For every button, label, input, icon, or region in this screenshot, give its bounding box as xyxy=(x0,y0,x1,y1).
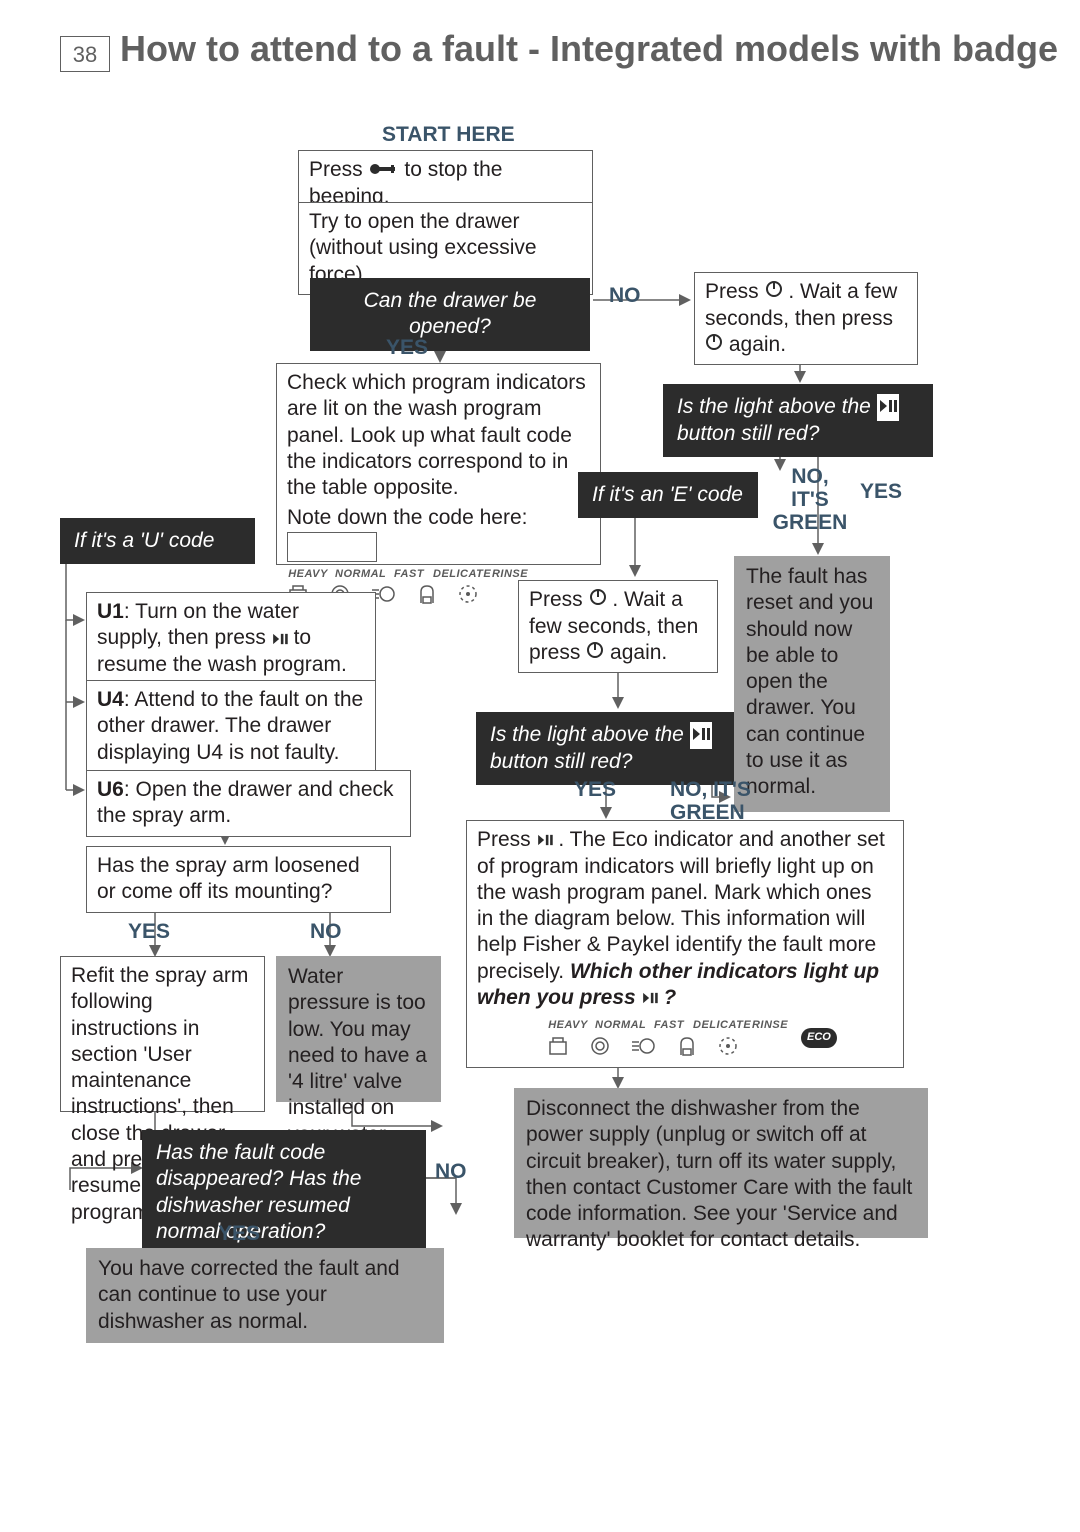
step-refit-spray: Refit the spray arm following instructio… xyxy=(60,956,265,1112)
rinse-icon xyxy=(457,583,479,605)
q-spray-arm: Has the spray arm loosened or come off i… xyxy=(86,846,391,913)
branch-u-code: If it's a 'U' code xyxy=(60,518,255,564)
text: Note down the code here: xyxy=(287,506,528,529)
label-yes-4: YES xyxy=(128,920,170,944)
program-icons-2 xyxy=(547,1035,789,1057)
code-input-box[interactable] xyxy=(287,532,377,562)
result-fault-reset: The fault has reset and you should now b… xyxy=(734,556,890,812)
keylock-icon xyxy=(369,157,399,183)
power-icon xyxy=(705,332,723,358)
step-u1: U1: Turn on the water supply, then press… xyxy=(86,592,376,685)
step-press-power-1: Press . Wait a few seconds, then press a… xyxy=(694,272,918,365)
label-yes-5: YES xyxy=(218,1222,260,1246)
label-no-1: NO xyxy=(609,284,641,308)
label-yes-1: YES xyxy=(386,336,428,360)
step-press-power-2: Press . Wait a few seconds, then press a… xyxy=(518,580,718,673)
play-pause-icon xyxy=(537,827,553,853)
step-u4: U4: Attend to the fault on the other dra… xyxy=(86,680,376,773)
page-number: 38 xyxy=(60,36,110,72)
step-press-play-indicators: Press . The Eco indicator and another se… xyxy=(466,820,904,1068)
label-yes-3: YES xyxy=(574,778,616,802)
result-disconnect-contact: Disconnect the dishwasher from the power… xyxy=(514,1088,928,1238)
program-labels-2: HEAVY NORMAL FAST DELICATE RINSE xyxy=(547,1019,789,1033)
text: Is the light above the xyxy=(677,395,877,418)
text: button still red? xyxy=(677,422,819,445)
play-pause-icon xyxy=(690,722,712,748)
label-no-green-1: NO, IT'S GREEN xyxy=(770,465,850,534)
play-pause-icon xyxy=(877,394,899,420)
play-pause-icon xyxy=(272,626,288,652)
step-check-indicators: Check which program indicators are lit o… xyxy=(276,363,601,565)
text: Check which program indicators are lit o… xyxy=(287,370,590,501)
q-light-red-1: Is the light above the button still red? xyxy=(663,384,933,457)
result-corrected: You have corrected the fault and can con… xyxy=(86,1248,444,1343)
start-here-label: START HERE xyxy=(382,123,515,147)
branch-e-code: If it's an 'E' code xyxy=(578,472,758,518)
power-icon xyxy=(765,279,783,305)
power-icon xyxy=(586,640,604,666)
text: Press xyxy=(309,158,369,181)
q-drawer-open: Can the drawer be opened? xyxy=(310,278,590,351)
power-icon xyxy=(589,587,607,613)
step-u6: U6: Open the drawer and check the spray … xyxy=(86,770,411,837)
result-water-pressure: Water pressure is too low. You may need … xyxy=(276,956,441,1102)
label-yes-2: YES xyxy=(860,480,902,504)
q-code-disappeared: Has the fault code disappeared? Has the … xyxy=(142,1130,426,1255)
delicate-icon xyxy=(417,583,437,605)
page-title: How to attend to a fault - Integrated mo… xyxy=(120,28,1058,70)
label-no-2: NO xyxy=(310,920,342,944)
text: Press xyxy=(705,280,765,303)
q-light-red-2: Is the light above the button still red? xyxy=(476,712,734,785)
label-no-3: NO xyxy=(435,1160,467,1184)
eco-badge: ECO xyxy=(801,1028,837,1048)
label-no-green-2: NO, IT'S GREEN xyxy=(670,778,766,824)
text: again. xyxy=(729,333,786,356)
play-pause-icon xyxy=(642,985,658,1011)
